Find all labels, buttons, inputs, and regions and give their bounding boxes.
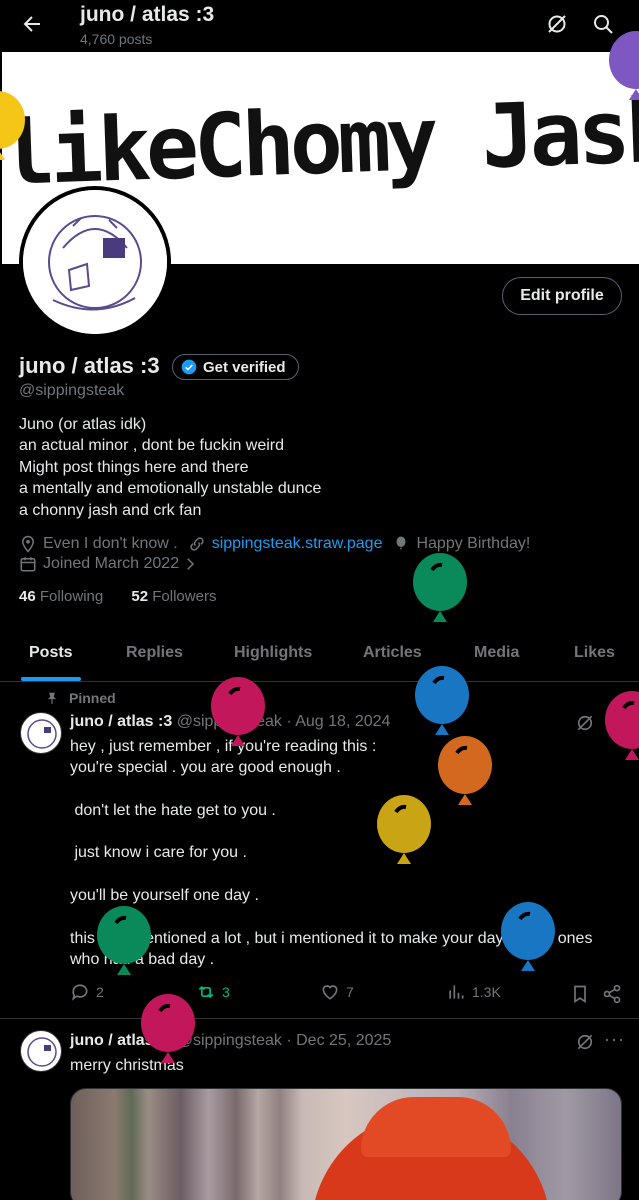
balloon-icon bbox=[605, 691, 639, 760]
joined-text: Joined March 2022 bbox=[43, 555, 180, 572]
bio-line: a chonny jash and crk fan bbox=[19, 501, 202, 519]
chevron-right-icon[interactable] bbox=[181, 555, 199, 573]
location-icon bbox=[21, 535, 35, 553]
balloon-icon bbox=[141, 994, 195, 1063]
tab-replies[interactable]: Replies bbox=[126, 644, 183, 662]
tab-highlights[interactable]: Highlights bbox=[234, 644, 312, 662]
tab-articles[interactable]: Articles bbox=[363, 644, 422, 662]
tab-likes[interactable]: Likes bbox=[574, 644, 615, 662]
balloon-icon bbox=[377, 795, 431, 864]
balloon-icon bbox=[211, 677, 265, 746]
top-bar: juno / atlas :3 4,760 posts bbox=[0, 0, 639, 52]
post-date[interactable]: Aug 18, 2024 bbox=[295, 713, 390, 730]
like-button[interactable]: 7 bbox=[320, 982, 354, 1002]
follow-counts: 46 Following 52 Followers bbox=[19, 588, 216, 605]
avatar-drawing bbox=[23, 190, 167, 334]
active-tab-indicator bbox=[21, 677, 81, 681]
location-text: Even I don't know . bbox=[43, 535, 178, 552]
get-verified-label: Get verified bbox=[203, 358, 286, 376]
balloon-icon bbox=[413, 553, 467, 622]
post-date[interactable]: Dec 25, 2025 bbox=[296, 1032, 391, 1049]
red-hat-top-shape bbox=[361, 1097, 511, 1157]
profile-meta: Even I don't know . sippingsteak.straw.p… bbox=[19, 535, 530, 553]
balloon-icon bbox=[97, 906, 151, 975]
repost-icon bbox=[198, 985, 214, 999]
like-count: 7 bbox=[346, 984, 354, 1000]
grok-icon[interactable] bbox=[545, 12, 569, 36]
more-icon[interactable]: ··· bbox=[604, 1029, 625, 1050]
grok-icon[interactable] bbox=[575, 713, 595, 733]
tab-media[interactable]: Media bbox=[474, 644, 519, 662]
pinned-text: Pinned bbox=[69, 690, 116, 706]
post-line: ​ bbox=[70, 821, 635, 842]
repost-count: 3 bbox=[222, 984, 230, 1000]
edit-profile-button[interactable]: Edit profile bbox=[502, 277, 622, 315]
post-divider bbox=[0, 1018, 639, 1019]
post-author-name[interactable]: juno / atlas :3 bbox=[70, 713, 172, 730]
post-count: 4,760 posts bbox=[80, 31, 153, 47]
profile-handle: @sippingsteak bbox=[19, 382, 125, 399]
birthday-text: Happy Birthday! bbox=[416, 535, 531, 552]
post-avatar[interactable] bbox=[20, 712, 62, 754]
balloon-icon bbox=[609, 31, 639, 100]
tab-posts[interactable]: Posts bbox=[29, 644, 73, 662]
link-icon bbox=[190, 537, 204, 551]
avatar-drawing bbox=[27, 1037, 57, 1067]
balloon-icon bbox=[501, 902, 555, 971]
profile-bio: Juno (or atlas idk) an actual minor , do… bbox=[19, 414, 321, 521]
avatar-drawing bbox=[27, 719, 57, 749]
view-count: 1.3K bbox=[472, 984, 501, 1000]
website-link[interactable]: sippingsteak.straw.page bbox=[212, 535, 383, 553]
post-line: hey , just remember , if you're reading … bbox=[70, 738, 377, 755]
balloon-icon bbox=[415, 666, 469, 735]
views-icon bbox=[449, 985, 464, 999]
following-label: Following bbox=[39, 588, 104, 605]
repost-button[interactable]: 3 bbox=[196, 982, 230, 1002]
balloon-icon bbox=[438, 736, 492, 805]
followers-label: Followers bbox=[152, 588, 217, 605]
bio-line: Might post things here and there bbox=[19, 458, 249, 476]
joined-row: Joined March 2022 bbox=[19, 555, 205, 573]
balloon-icon bbox=[0, 91, 25, 160]
following-link[interactable]: 46 Following bbox=[19, 588, 103, 605]
verified-badge-icon bbox=[181, 359, 197, 375]
post-avatar[interactable] bbox=[20, 1030, 62, 1072]
bio-line: a mentally and emotionally unstable dunc… bbox=[19, 480, 322, 498]
back-arrow-icon[interactable] bbox=[20, 12, 44, 36]
reply-count: 2 bbox=[96, 984, 104, 1000]
profile-avatar[interactable] bbox=[19, 186, 171, 338]
balloon-icon bbox=[396, 536, 406, 550]
get-verified-button[interactable]: Get verified bbox=[172, 354, 299, 380]
followers-count: 52 bbox=[131, 588, 149, 605]
following-count: 46 bbox=[19, 588, 36, 605]
profile-tabs: Posts Replies Highlights Articles Media … bbox=[0, 628, 639, 682]
like-icon bbox=[322, 985, 338, 1000]
post-line: ​ bbox=[70, 779, 635, 800]
grok-icon[interactable] bbox=[575, 1032, 595, 1052]
post-line: you're special . you are good enough . bbox=[70, 759, 341, 777]
post-line: ​ bbox=[70, 864, 635, 885]
share-icon[interactable] bbox=[602, 984, 622, 1004]
reply-button[interactable]: 2 bbox=[70, 982, 104, 1002]
bio-line: an actual minor , dont be fuckin weird bbox=[19, 437, 285, 455]
views-button[interactable]: 1.3K bbox=[446, 982, 501, 1002]
followers-link[interactable]: 52 Followers bbox=[131, 588, 216, 605]
post-header: juno / atlas :3 @sippingsteak · Dec 25, … bbox=[70, 1032, 392, 1049]
header-title: juno / atlas :3 bbox=[80, 3, 215, 26]
profile-name: juno / atlas :3 bbox=[19, 353, 160, 378]
post-image[interactable] bbox=[70, 1088, 622, 1200]
reply-icon bbox=[71, 984, 88, 1001]
post-line: just know i care for you . bbox=[70, 844, 247, 862]
pinned-label: Pinned bbox=[45, 690, 116, 706]
post-line: don't let the hate get to you . bbox=[70, 801, 276, 819]
bookmark-icon[interactable] bbox=[570, 984, 590, 1004]
bio-line: Juno (or atlas idk) bbox=[19, 416, 147, 433]
pin-icon bbox=[47, 692, 57, 704]
calendar-icon bbox=[20, 557, 36, 572]
